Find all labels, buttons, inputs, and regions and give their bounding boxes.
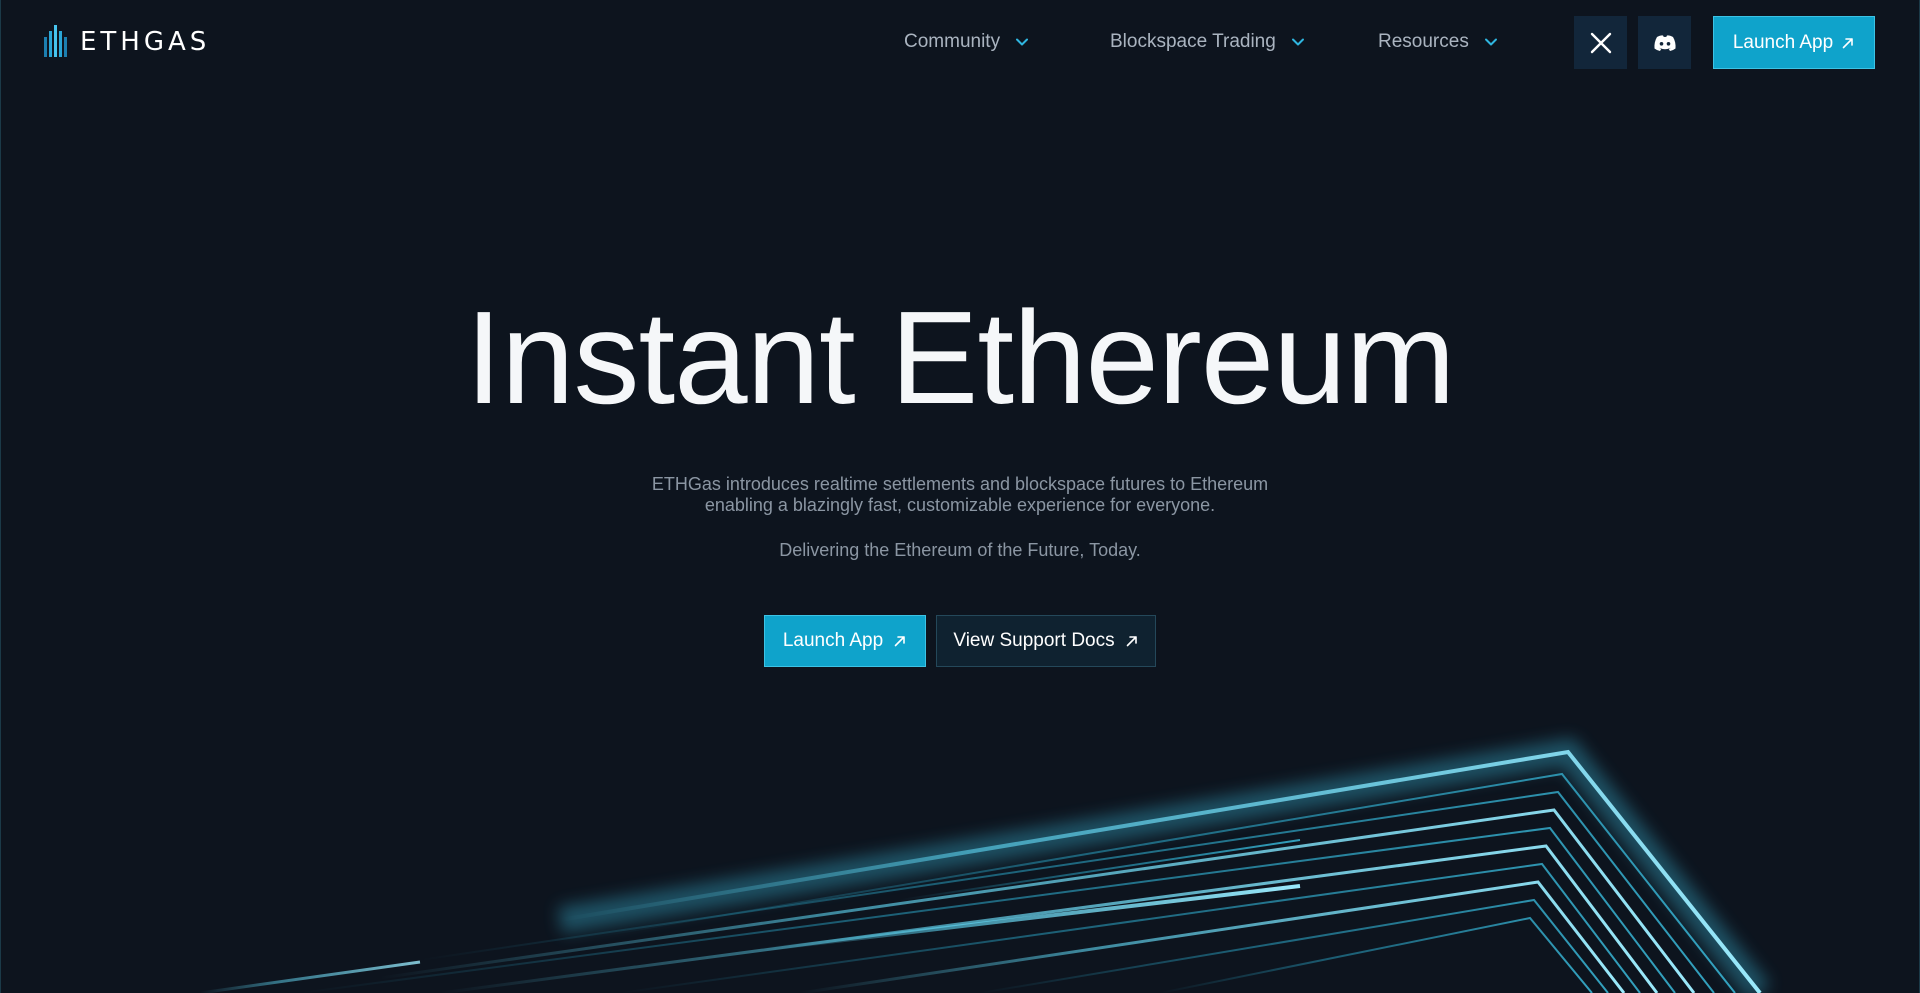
view-support-docs-button[interactable]: View Support Docs: [936, 615, 1156, 667]
glowing-lines-illustration: [199, 737, 1771, 993]
logo-text: ETHGAS: [80, 27, 211, 57]
discord-icon: [1653, 34, 1676, 51]
launch-app-label: Launch App: [1732, 31, 1834, 53]
chevron-down-icon: [1291, 38, 1304, 46]
ethgas-logo-icon: [44, 25, 67, 57]
nav-blockspace-trading[interactable]: Blockspace Trading: [1110, 28, 1306, 56]
x-icon: [1590, 32, 1611, 53]
launch-app-button-header[interactable]: Launch App: [1713, 16, 1875, 69]
hero-subtitle: ETHGas introduces realtime settlements a…: [560, 474, 1360, 516]
site-header: ETHGAS Community Blockspace Trading Reso…: [0, 0, 1920, 84]
nav-resources-label: Resources: [1378, 31, 1469, 52]
logo[interactable]: ETHGAS: [44, 25, 210, 59]
hero-title: Instant Ethereum: [465, 284, 1455, 431]
hero-tagline: Delivering the Ethereum of the Future, T…: [779, 540, 1141, 560]
nav-community[interactable]: Community: [904, 28, 1030, 56]
arrow-up-right-icon: [894, 636, 905, 647]
nav-community-label: Community: [904, 31, 1001, 52]
view-support-docs-label: View Support Docs: [953, 630, 1115, 651]
arrow-up-right-icon: [1126, 636, 1137, 647]
chevron-down-icon: [1016, 38, 1029, 46]
nav-resources[interactable]: Resources: [1378, 28, 1499, 56]
arrow-up-right-icon: [1842, 37, 1853, 48]
nav-blockspace-trading-label: Blockspace Trading: [1110, 31, 1276, 52]
launch-app-button[interactable]: Launch App: [764, 615, 926, 667]
chevron-down-icon: [1484, 38, 1497, 46]
x-social-button[interactable]: [1574, 16, 1627, 69]
hero-subtitle-line2: enabling a blazingly fast, customizable …: [704, 495, 1216, 515]
launch-app-label: Launch App: [782, 630, 884, 651]
discord-social-button[interactable]: [1638, 16, 1691, 69]
hero-subtitle-line1: ETHGas introduces realtime settlements a…: [651, 474, 1269, 494]
